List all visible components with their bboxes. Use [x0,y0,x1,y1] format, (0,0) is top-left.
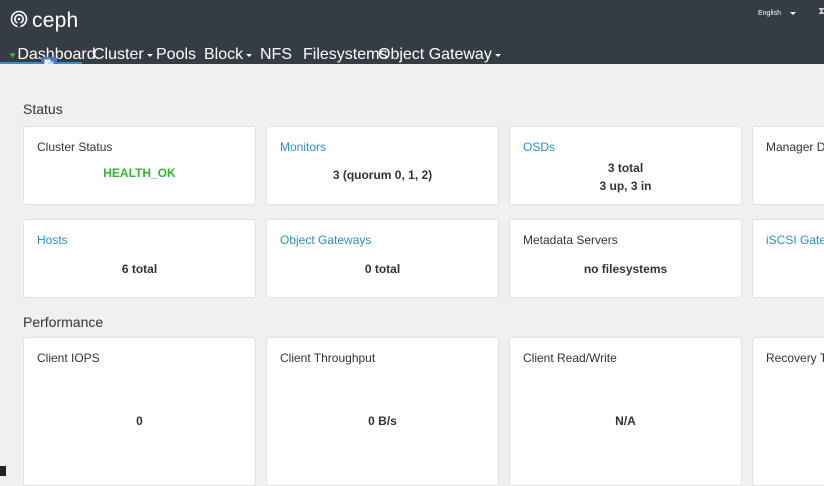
hourglass-icon[interactable]: ⧗ [818,6,824,17]
ceph-logo-icon [10,10,28,33]
chevron-down-icon [789,12,796,15]
client-read-write-value: N/A [615,414,636,428]
nav-cluster[interactable]: Cluster [93,46,153,64]
osds-link[interactable]: OSDs [523,140,555,154]
card-title: Recovery T [766,351,824,365]
client-iops-value: 0 [136,414,143,428]
card-title: Client IOPS [37,351,100,365]
client-throughput-value: 0 B/s [368,414,397,428]
heart-icon: ♥ [10,50,16,60]
card-osds: OSDs 3 total 3 up, 3 in [509,126,742,205]
card-client-throughput: Client Throughput 0 B/s [266,337,499,486]
card-hosts: Hosts 6 total [23,219,256,298]
brand[interactable]: ceph [10,8,78,34]
nav-block[interactable]: Block [204,46,253,64]
object-gateways-value: 0 total [364,262,401,276]
brand-name: ceph [32,9,79,32]
chevron-down-icon [494,53,501,57]
osds-total-value: 3 total [607,161,644,175]
card-cluster-status: Cluster Status HEALTH_OK [23,126,256,205]
card-title: Client Read/Write [523,351,617,365]
status-section-title: Status [23,101,63,117]
card-title: Client Throughput [280,351,376,365]
card-client-iops: Client IOPS 0 [23,337,256,486]
card-object-gateways: Object Gateways 0 total [266,219,499,298]
nav-cluster-label: Cluster [93,46,144,63]
iscsi-gateways-link[interactable]: iSCSI Gate [766,233,824,247]
card-manager-daemons: Manager D [752,126,824,205]
nav-filesystems-label: Filesystems [303,46,388,63]
card-title: Manager D [766,140,824,154]
card-metadata-servers: Metadata Servers no filesystems [509,219,742,298]
nav-filesystems[interactable]: Filesystems [303,46,387,64]
monitors-link[interactable]: Monitors [280,140,326,154]
nav-pools-label: Pools [156,46,197,63]
monitors-value: 3 (quorum 0, 1, 2) [332,168,433,182]
nav-object-gateway[interactable]: Object Gateway [378,46,501,64]
nav-nfs[interactable]: NFS [260,46,292,64]
dashboard-content: Status Cluster Status HEALTH_OK Monitors… [0,64,824,486]
nav-pools[interactable]: Pools [156,46,196,64]
nav-block-label: Block [204,46,244,63]
hosts-value: 6 total [121,262,158,276]
card-title: Metadata Servers [523,233,618,247]
card-monitors: Monitors 3 (quorum 0, 1, 2) [266,126,499,205]
card-title: Cluster Status [37,140,113,154]
hosts-link[interactable]: Hosts [37,233,68,247]
nav-nfs-label: NFS [260,46,292,63]
object-gateways-link[interactable]: Object Gateways [280,233,371,247]
top-navbar: ceph English ⧗ ♥ Dashboard Cluster Pools… [0,0,824,64]
language-label: English [758,10,781,17]
metadata-servers-value: no filesystems [583,262,668,276]
corner-handle[interactable] [0,466,6,476]
card-recovery-throughput: Recovery T [752,337,824,486]
performance-section-title: Performance [23,314,104,330]
nav-object-gateway-label: Object Gateway [378,46,492,63]
card-client-read-write: Client Read/Write N/A [509,337,742,486]
chevron-down-icon [146,53,153,57]
card-iscsi-gateways: iSCSI Gate [752,219,824,298]
chevron-down-icon [246,53,253,57]
osds-up-in-value: 3 up, 3 in [599,179,652,193]
health-status-value: HEALTH_OK [103,166,176,180]
language-selector[interactable]: English [758,10,796,17]
